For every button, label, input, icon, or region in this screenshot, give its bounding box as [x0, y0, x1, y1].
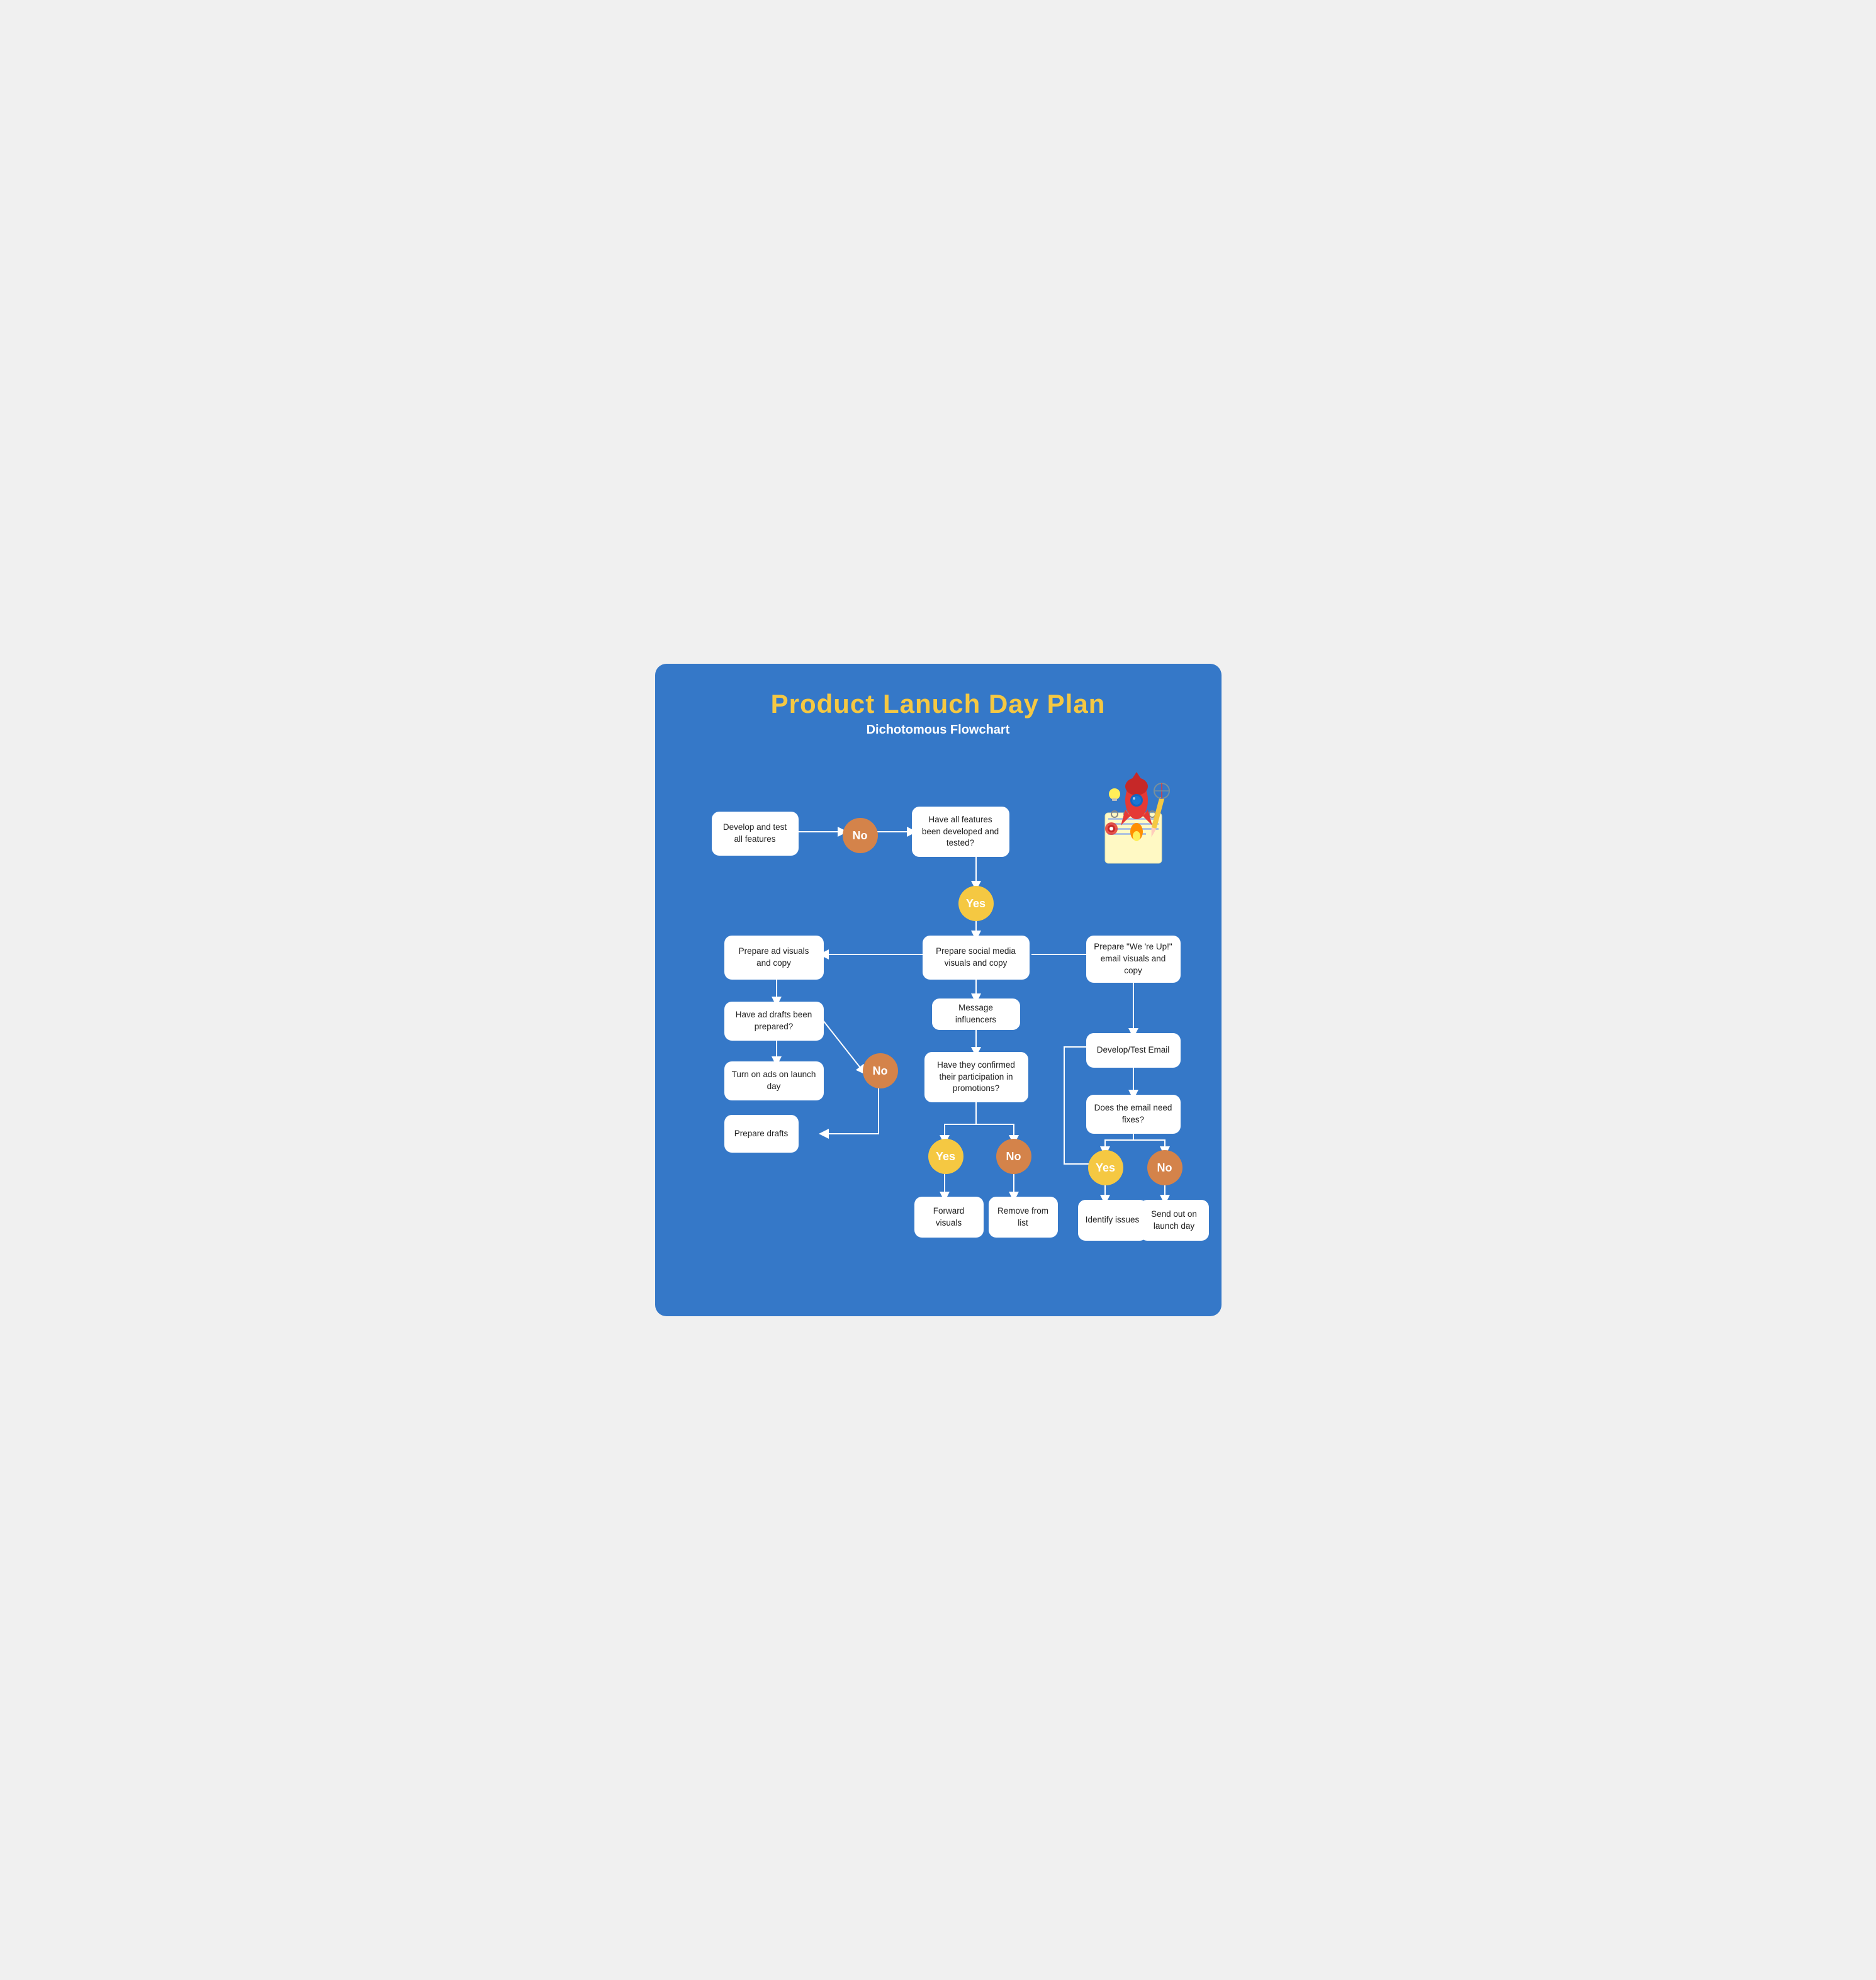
- main-container: Product Lanuch Day Plan Dichotomous Flow…: [655, 664, 1222, 1316]
- circle-no-conf: No: [996, 1139, 1031, 1174]
- box-prepare-drafts: Prepare drafts: [724, 1115, 799, 1153]
- box-message-influencers: Message influencers: [932, 998, 1020, 1030]
- circle-yes-conf: Yes: [928, 1139, 963, 1174]
- box-prepare-email: Prepare "We 're Up!" email visuals and c…: [1086, 936, 1181, 983]
- box-have-confirmed: Have they confirmed their participation …: [924, 1052, 1028, 1102]
- box-prepare-ad: Prepare ad visuals and copy: [724, 936, 824, 980]
- box-email-need-fixes: Does the email need fixes?: [1086, 1095, 1181, 1134]
- rocket-decoration: [1089, 769, 1177, 870]
- circle-no1: No: [843, 818, 878, 853]
- box-prepare-social: Prepare social media visuals and copy: [923, 936, 1030, 980]
- box-have-features: Have all features been developed and tes…: [912, 807, 1009, 857]
- circle-yes-email: Yes: [1088, 1150, 1123, 1185]
- box-turn-on-ads: Turn on ads on launch day: [724, 1061, 824, 1100]
- box-remove-from-list: Remove from list: [989, 1197, 1058, 1238]
- box-have-ad-drafts: Have ad drafts been prepared?: [724, 1002, 824, 1041]
- page-title: Product Lanuch Day Plan: [687, 689, 1190, 719]
- page-subtitle: Dichotomous Flowchart: [687, 723, 1190, 737]
- flowchart: Develop and test all features No Have al…: [687, 763, 1190, 1278]
- circle-no2: No: [863, 1053, 898, 1088]
- circle-yes1: Yes: [958, 886, 994, 921]
- box-develop-test-email: Develop/Test Email: [1086, 1033, 1181, 1068]
- box-develop: Develop and test all features: [712, 812, 799, 856]
- box-identify-issues: Identify issues: [1078, 1200, 1147, 1241]
- circle-no-email: No: [1147, 1150, 1182, 1185]
- box-forward-visuals: Forward visuals: [914, 1197, 984, 1238]
- box-send-out: Send out on launch day: [1140, 1200, 1209, 1241]
